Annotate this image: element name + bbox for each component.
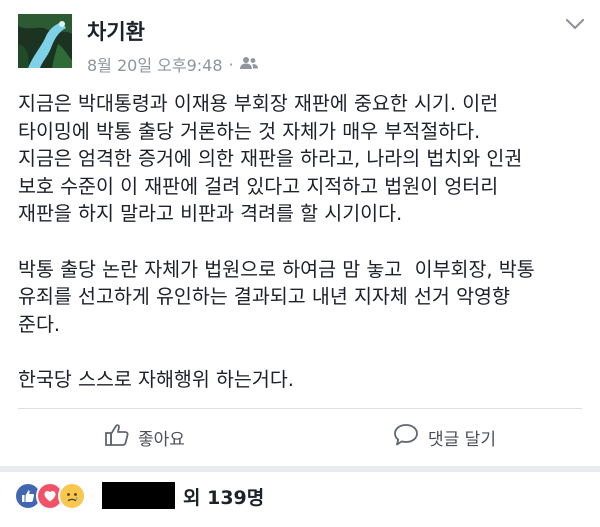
post-line: 타이밍에 박통 출당 거론하는 것 자체가 매우 부적절하다. (18, 119, 481, 143)
post-line: 지금은 박대통령과 이재용 부회장 재판에 중요한 시기. 이런 (18, 92, 499, 115)
post-timestamp[interactable]: 8월 20일 오후9:48 (87, 52, 223, 76)
post-meta: 8월 20일 오후9:48 · (87, 52, 258, 76)
post-header: 차기환 8월 20일 오후9:48 · (0, 0, 600, 80)
author-name[interactable]: 차기환 (87, 16, 145, 46)
friends-audience-icon (239, 55, 258, 74)
post-line: 준다. (18, 312, 61, 336)
thumbs-up-icon (104, 422, 130, 453)
post-line: 지금은 엄격한 증거에 의한 재판을 하라고, 나라의 법치와 인권 (18, 147, 523, 170)
comment-label: 댓글 달기 (428, 430, 496, 450)
post-body: 지금은 박대통령과 이재용 부회장 재판에 중요한 시기. 이런 타이밍에 박통… (18, 90, 588, 394)
post-line: 한국당 스스로 자해행위 하는거다. (18, 368, 294, 391)
comment-button[interactable]: 댓글 달기 (392, 422, 496, 453)
post-line: 보호 수준이 이 재판에 걸려 있다고 지적하고 법원이 엉터리 (18, 174, 499, 198)
separator-dot: · (228, 54, 234, 74)
chevron-down-icon[interactable] (564, 16, 586, 32)
comment-icon (392, 422, 420, 453)
post-line: 재판을 하지 말라고 비판과 격려를 할 시기이다. (18, 202, 403, 225)
divider (18, 408, 582, 409)
redacted-name (102, 482, 175, 509)
action-bar: 좋아요 댓글 달기 (0, 410, 600, 460)
post-line: 박통 출당 논란 자체가 법원으로 하여금 맘 놓고 이부회장, 박통 (18, 257, 535, 281)
like-label: 좋아요 (138, 430, 185, 450)
reaction-icons[interactable] (14, 480, 86, 512)
avatar[interactable] (18, 14, 72, 68)
post-line: 유죄를 선고하게 유인하는 결과되고 내년 지자체 선거 악영향 (18, 285, 510, 308)
reaction-count[interactable]: 외 139명 (183, 483, 264, 510)
like-button[interactable]: 좋아요 (104, 422, 185, 453)
section-separator (0, 466, 600, 472)
sad-reaction-icon (58, 482, 86, 510)
